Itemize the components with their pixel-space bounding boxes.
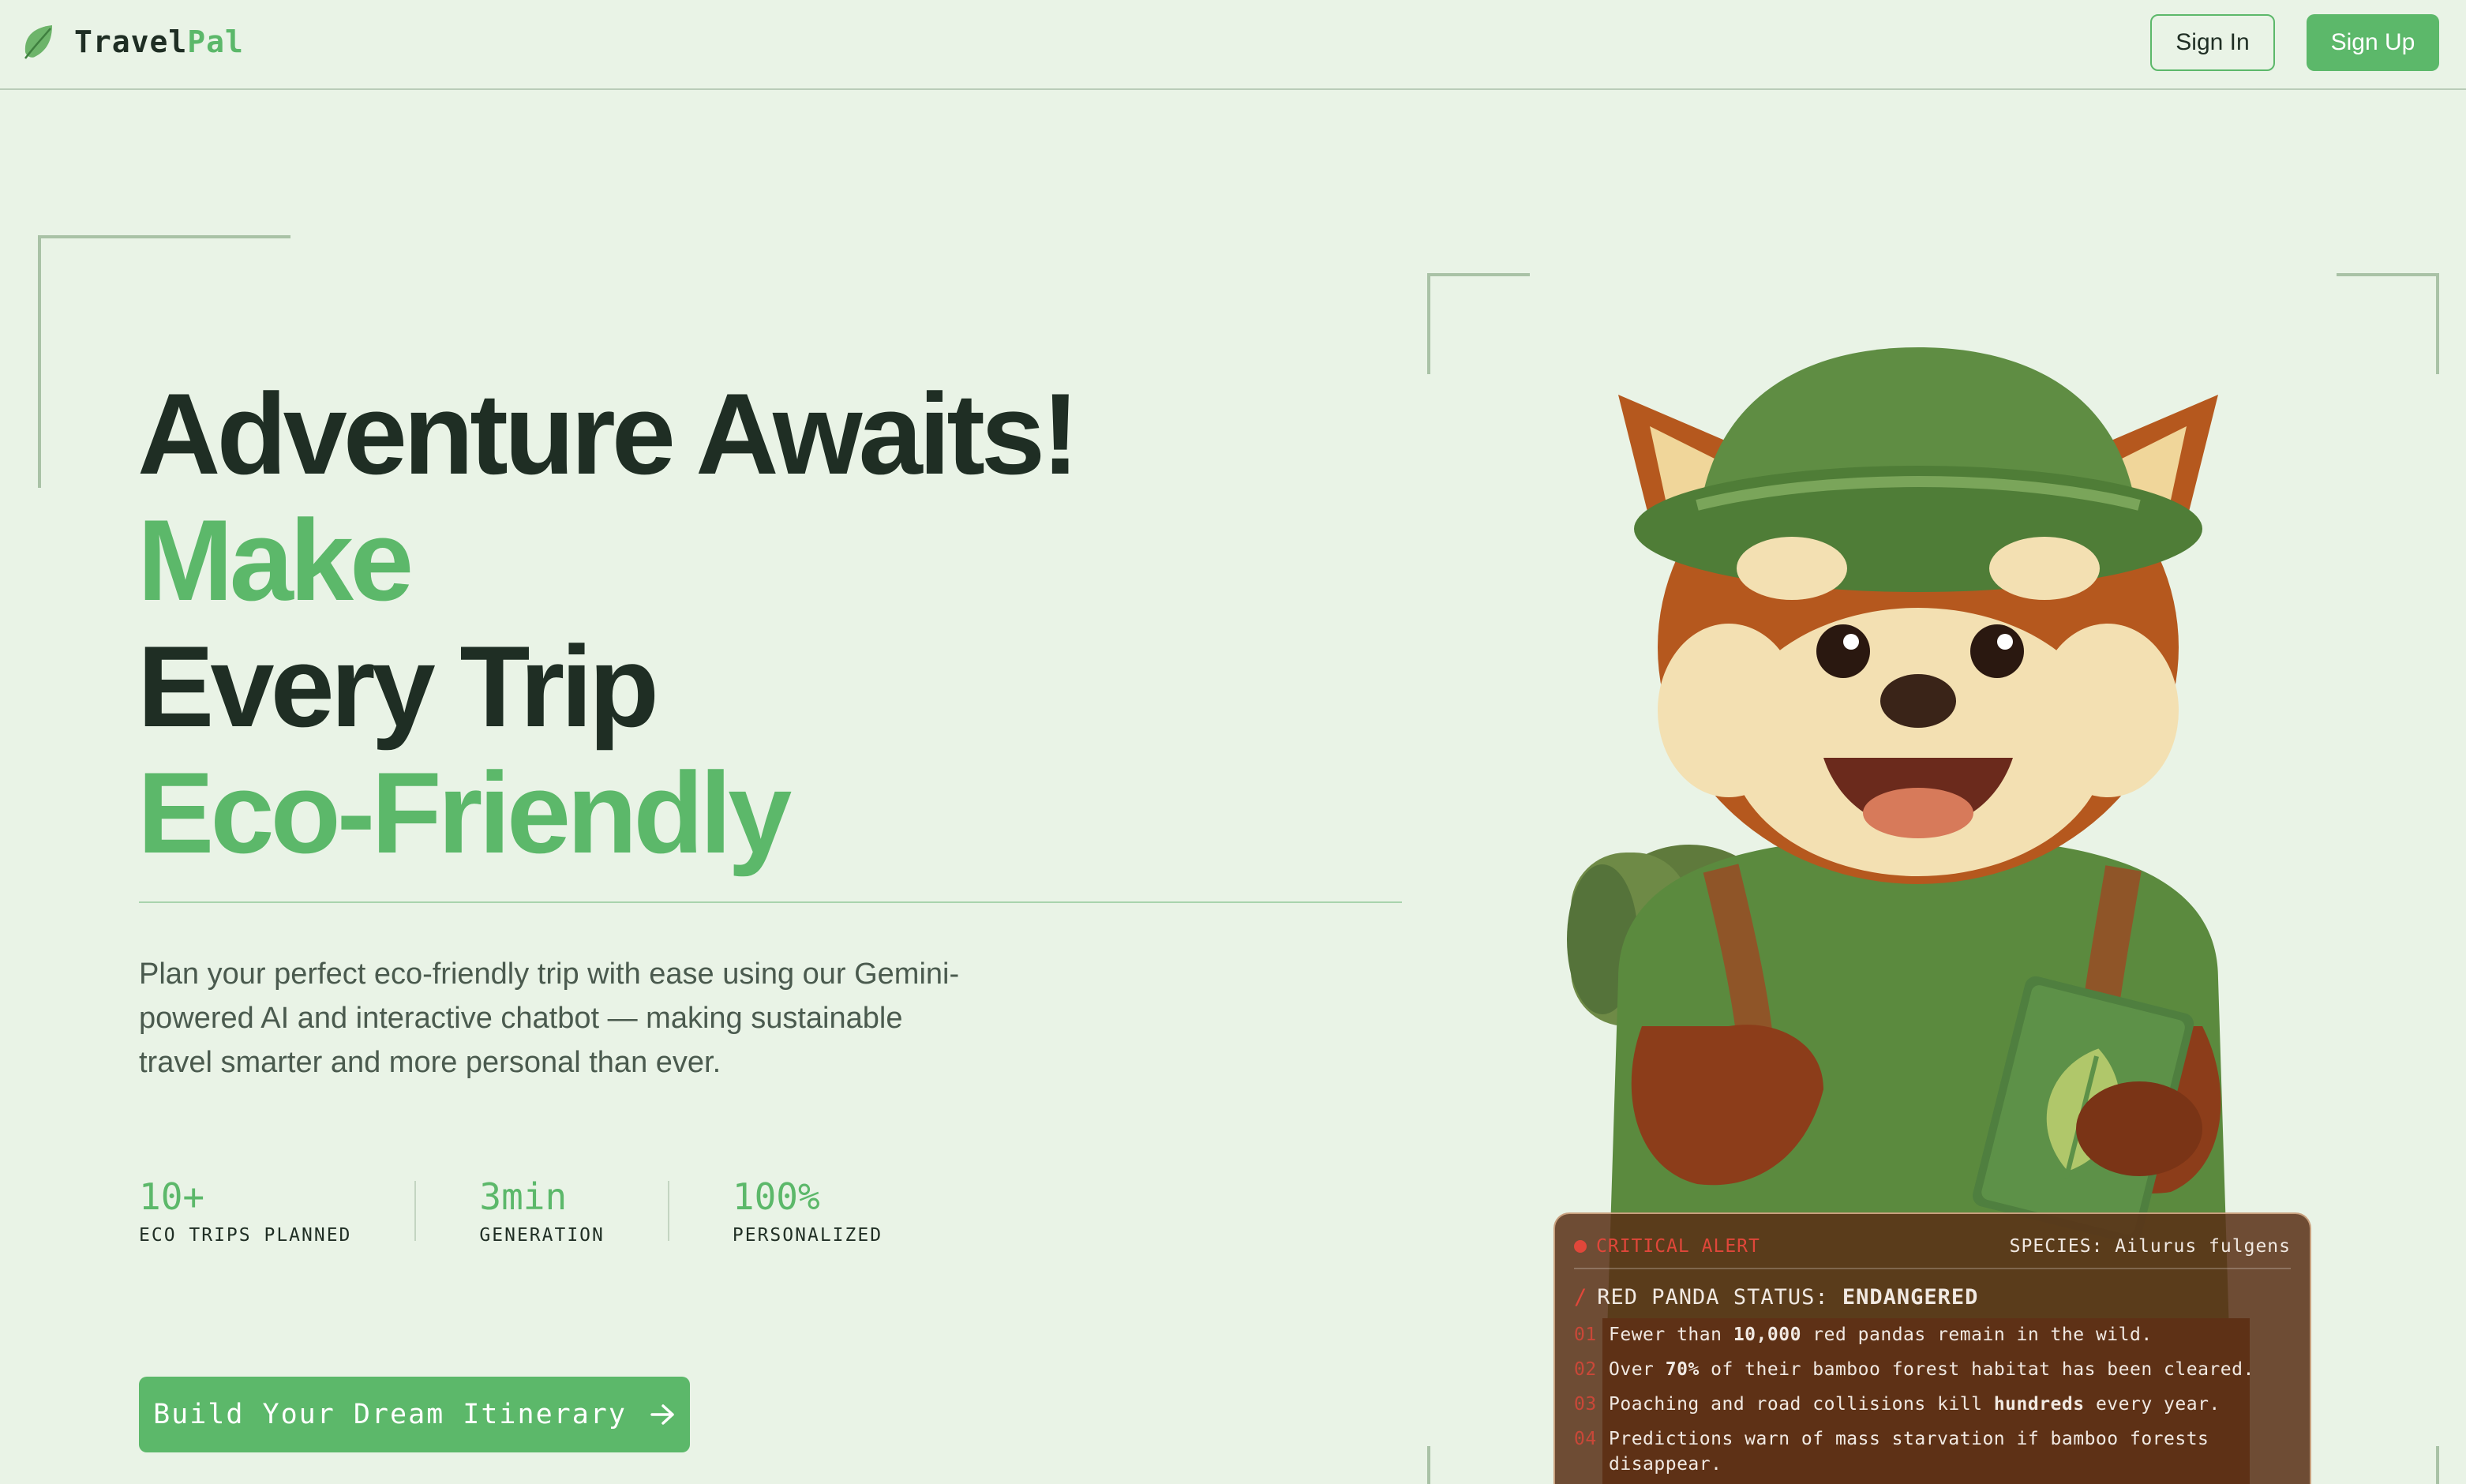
logo-text: TravelPal bbox=[74, 24, 244, 59]
fact-number: 01 bbox=[1574, 1325, 1597, 1345]
critical-alert-tag: CRITICAL ALERT bbox=[1574, 1236, 1760, 1257]
stat-generation: 3min GENERATION bbox=[479, 1175, 604, 1246]
alert-facts-list: 01 Fewer than 10,000 red pandas remain i… bbox=[1574, 1322, 2291, 1477]
fact-text-post: every year. bbox=[2084, 1394, 2221, 1415]
stat-label: PERSONALIZED bbox=[732, 1225, 883, 1246]
logo-text-travel: Travel bbox=[74, 24, 188, 59]
stat-label: ECO TRIPS PLANNED bbox=[139, 1225, 352, 1246]
build-itinerary-button[interactable]: Build Your Dream Itinerary bbox=[139, 1377, 690, 1452]
fact-text-bold: hundreds bbox=[1993, 1394, 2085, 1415]
stat-trips: 10+ ECO TRIPS PLANNED bbox=[139, 1175, 351, 1246]
stat-label: GENERATION bbox=[479, 1225, 605, 1246]
alert-status: / RED PANDA STATUS: ENDANGERED bbox=[1574, 1285, 2291, 1310]
hero-title-line-1: Adventure Awaits! bbox=[137, 369, 1080, 498]
hero-title-line-3: Every Trip bbox=[137, 622, 659, 751]
fact-text-post: red pandas remain in the wild. bbox=[1801, 1325, 2153, 1345]
build-itinerary-label: Build Your Dream Itinerary bbox=[153, 1399, 627, 1430]
leaf-icon bbox=[24, 25, 52, 59]
stat-value: 3min bbox=[479, 1175, 568, 1218]
fact-text-pre: Predictions warn of mass starvation if b… bbox=[1609, 1429, 2209, 1475]
image-frame-corner-top-right bbox=[2337, 273, 2439, 374]
fact-text: Poaching and road collisions kill hundre… bbox=[1609, 1392, 2221, 1417]
stat-value: 100% bbox=[732, 1175, 820, 1218]
fact-text: Over 70% of their bamboo forest habitat … bbox=[1609, 1357, 2254, 1382]
species-label: SPECIES: Ailurus fulgens bbox=[2009, 1236, 2291, 1257]
slash-icon: / bbox=[1574, 1285, 1588, 1310]
stat-divider bbox=[667, 1181, 669, 1241]
fact-text-bold: 10,000 bbox=[1733, 1325, 1801, 1345]
hero-description: Plan your perfect eco-friendly trip with… bbox=[139, 957, 960, 1079]
list-item: 03 Poaching and road collisions kill hun… bbox=[1574, 1392, 2291, 1417]
logo[interactable]: TravelPal bbox=[21, 22, 244, 62]
fact-text-pre: Poaching and road collisions kill bbox=[1609, 1394, 1994, 1415]
fact-number: 04 bbox=[1574, 1429, 1597, 1449]
stat-divider bbox=[414, 1181, 417, 1241]
list-item: 01 Fewer than 10,000 red pandas remain i… bbox=[1574, 1322, 2291, 1347]
hero-title-line-4: Eco-Friendly bbox=[137, 748, 792, 877]
stat-value: 10+ bbox=[139, 1175, 205, 1218]
alert-header: CRITICAL ALERT SPECIES: Ailurus fulgens bbox=[1574, 1236, 2291, 1269]
fact-text: Fewer than 10,000 red pandas remain in t… bbox=[1609, 1322, 2153, 1347]
fact-number: 03 bbox=[1574, 1394, 1597, 1415]
image-frame-corner-top-left bbox=[1427, 273, 1530, 374]
fact-text-bold: 70% bbox=[1665, 1359, 1700, 1380]
hero-title: Adventure Awaits! Make Every Trip Eco-Fr… bbox=[137, 369, 1080, 877]
list-item: 04 Predictions warn of mass starvation i… bbox=[1574, 1426, 2291, 1477]
hero-divider bbox=[139, 901, 1402, 903]
fact-text: Predictions warn of mass starvation if b… bbox=[1609, 1426, 2291, 1477]
critical-alert-label: CRITICAL ALERT bbox=[1596, 1236, 1760, 1257]
sign-up-button[interactable]: Sign Up bbox=[2307, 14, 2439, 71]
logo-text-pal: Pal bbox=[187, 24, 244, 59]
hero-title-line-2: Make bbox=[137, 496, 414, 624]
fact-text-pre: Fewer than bbox=[1609, 1325, 1733, 1345]
list-item: 02 Over 70% of their bamboo forest habit… bbox=[1574, 1357, 2291, 1382]
arrow-right-icon bbox=[650, 1404, 674, 1425]
fact-text-post: of their bamboo forest habitat has been … bbox=[1699, 1359, 2254, 1380]
status-prefix: RED PANDA STATUS: bbox=[1597, 1285, 1829, 1310]
top-navbar: TravelPal Sign In Sign Up bbox=[0, 0, 2466, 90]
status-value: ENDANGERED bbox=[1842, 1285, 1979, 1310]
fact-number: 02 bbox=[1574, 1359, 1597, 1380]
alert-dot-icon bbox=[1574, 1240, 1587, 1253]
fact-text-pre: Over bbox=[1609, 1359, 1666, 1380]
stat-personalized: 100% PERSONALIZED bbox=[733, 1175, 883, 1246]
endangered-alert-card: CRITICAL ALERT SPECIES: Ailurus fulgens … bbox=[1553, 1212, 2311, 1484]
stats-row: 10+ ECO TRIPS PLANNED 3min GENERATION 10… bbox=[139, 1175, 883, 1246]
image-frame-corner-bottom-right bbox=[2436, 1446, 2439, 1484]
image-frame-corner-bottom-left bbox=[1427, 1446, 1430, 1484]
sign-in-button[interactable]: Sign In bbox=[2150, 14, 2275, 71]
